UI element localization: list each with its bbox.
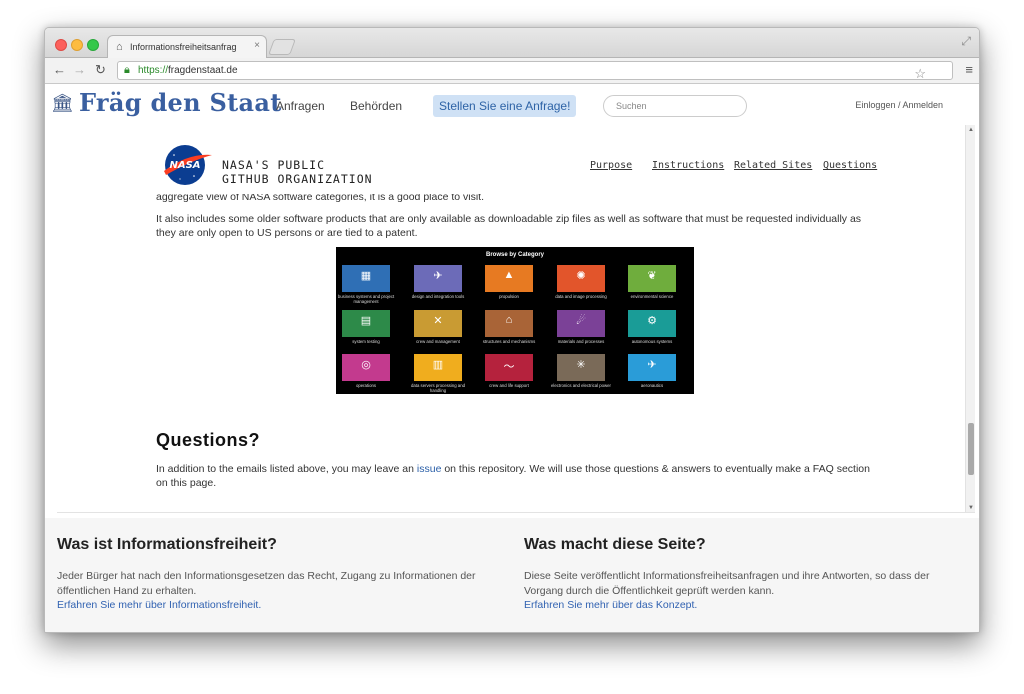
category-icon: ✕ xyxy=(433,315,443,327)
url-text: https://fragdenstaat.de xyxy=(138,65,238,76)
footer-right-link[interactable]: Erfahren Sie mehr über das Konzept. xyxy=(524,599,697,611)
scroll-up-icon[interactable]: ▲ xyxy=(968,127,974,133)
site-header: 🏛︎ Fräg den Staat Anfragen Behörden Stel… xyxy=(45,85,979,125)
category-icon: ▲ xyxy=(503,269,515,281)
category-icon: ✈ xyxy=(433,270,443,282)
category-icon: ✈ xyxy=(647,359,657,371)
category-label: structures and mechanisms xyxy=(482,339,536,344)
paragraph-older-software: It also includes some older software pro… xyxy=(156,213,862,239)
nav-anfragen[interactable]: Anfragen xyxy=(276,99,325,113)
category-grid-title: Browse by Category xyxy=(485,252,545,258)
questions-paragraph: In addition to the emails listed above, … xyxy=(156,463,870,489)
nasa-brand-title: NASA'S PUBLIC GITHUB ORGANIZATION xyxy=(222,158,373,186)
close-window-button[interactable] xyxy=(55,39,67,51)
zoom-window-button[interactable] xyxy=(87,39,99,51)
category-tile[interactable]: ▲ propulsion xyxy=(485,265,533,299)
address-bar[interactable]: 🔒︎ https://fragdenstaat.de ☆ xyxy=(117,61,953,82)
forward-arrow-icon[interactable]: → xyxy=(73,62,86,77)
category-label: data and image processing xyxy=(555,294,607,299)
category-label: data servers processing and handling xyxy=(411,383,465,393)
site-logo[interactable]: Fräg den Staat xyxy=(79,88,282,117)
building-icon: 🏛︎ xyxy=(51,93,74,113)
search-input[interactable]: Suchen xyxy=(603,95,747,117)
new-request-button[interactable]: Stellen Sie eine Anfrage! xyxy=(433,95,577,117)
category-label: propulsion xyxy=(499,294,519,299)
category-label: electronics and electrical power xyxy=(551,383,611,388)
category-icon: ✳ xyxy=(576,359,586,371)
reload-icon[interactable]: ↻ xyxy=(95,62,106,78)
partial-paragraph: aggregate view of NASA software categori… xyxy=(156,194,485,203)
browser-menu-icon[interactable]: ≡ xyxy=(965,62,973,77)
nasa-logo-icon: NASA xyxy=(164,145,212,185)
nav-purpose[interactable]: Purpose xyxy=(590,160,632,171)
bookmark-star-icon[interactable]: ☆ xyxy=(914,66,926,82)
category-label: crew and life support xyxy=(489,383,529,388)
category-tile[interactable]: ◎ operations xyxy=(342,354,390,388)
nav-questions[interactable]: Questions xyxy=(823,160,877,171)
questions-heading: Questions? xyxy=(156,430,261,450)
category-tile[interactable]: ✈ aeronautics xyxy=(628,354,676,388)
footer-left-heading: Was ist Informationsfreiheit? xyxy=(57,536,277,553)
minimize-window-button[interactable] xyxy=(71,39,83,51)
site-footer: Was ist Informationsfreiheit? Jeder Bürg… xyxy=(45,518,979,632)
issue-link[interactable]: issue xyxy=(417,463,442,475)
new-tab-button[interactable] xyxy=(268,39,296,55)
category-tile[interactable]: 〜 crew and life support xyxy=(485,354,533,388)
browser-tab[interactable]: ⌂ Informationsfreiheitsanfrag × xyxy=(107,35,267,59)
browser-toolbar: ← → ↻ 🔒︎ https://fragdenstaat.de ☆ ≡ xyxy=(45,58,979,84)
tab-title: Informationsfreiheitsanfrag xyxy=(130,42,237,52)
category-tile[interactable]: ❦ environmental science xyxy=(628,265,676,299)
footer-left-text: Jeder Bürger hat nach den Informationsge… xyxy=(57,570,476,597)
category-label: aeronautics xyxy=(640,383,664,388)
category-grid-image: Browse by Category ▦ business systems and… xyxy=(336,247,694,394)
category-icon: 〜 xyxy=(503,361,515,373)
scroll-thumb[interactable] xyxy=(968,423,974,475)
footer-right-heading: Was macht diese Seite? xyxy=(524,536,706,553)
category-icon: ▦ xyxy=(360,270,372,282)
category-label: environmental science xyxy=(630,294,674,299)
category-tile[interactable]: ▥ data servers processing and handling xyxy=(411,354,465,393)
category-label: design and integration tools xyxy=(411,294,465,299)
category-icon: ▥ xyxy=(432,359,444,371)
category-icon: ▤ xyxy=(360,315,372,327)
category-icon: ☄ xyxy=(576,315,586,327)
nav-behoerden[interactable]: Behörden xyxy=(350,99,402,113)
footer-right-text: Diese Seite veröffentlicht Informationsf… xyxy=(524,570,930,597)
category-label: materials and processes xyxy=(557,339,605,344)
category-icon: ❦ xyxy=(647,270,657,282)
category-icon: ⌂ xyxy=(505,314,513,326)
tab-close-icon[interactable]: × xyxy=(254,40,260,51)
tab-bar: ⌂ Informationsfreiheitsanfrag × ⤢ xyxy=(45,28,979,59)
fullscreen-icon[interactable]: ⤢ xyxy=(961,34,971,49)
favicon-icon: ⌂ xyxy=(116,41,123,53)
category-tile[interactable]: ▤ system testing xyxy=(342,310,390,344)
nav-instructions[interactable]: Instructions xyxy=(652,160,724,171)
category-label: autonomous systems xyxy=(631,339,673,344)
category-label: business systems and project management xyxy=(337,294,395,304)
category-icon: ✺ xyxy=(576,270,586,282)
category-label: crew and management xyxy=(416,339,460,344)
embedded-nasa-page: NASA NASA'S PUBLIC GITHUB ORGANIZATION P… xyxy=(57,125,975,513)
category-tile[interactable]: ⌂ structures and mechanisms xyxy=(483,310,535,344)
category-tile[interactable]: ⚙ autonomous systems xyxy=(628,310,676,344)
footer-left-link[interactable]: Erfahren Sie mehr über Informationsfreih… xyxy=(57,599,261,611)
category-tile[interactable]: ✳ electronics and electrical power xyxy=(551,354,611,388)
category-icon: ⚙ xyxy=(647,315,657,327)
category-icon: ◎ xyxy=(361,359,371,371)
category-label: operations xyxy=(355,383,377,388)
frame-scrollbar[interactable]: ▲ ▼ xyxy=(965,125,975,512)
lock-icon: 🔒︎ xyxy=(124,64,130,76)
category-tile[interactable]: ✕ crew and management xyxy=(414,310,462,344)
login-link[interactable]: Einloggen / Anmelden xyxy=(855,100,943,110)
browser-window: ⌂ Informationsfreiheitsanfrag × ⤢ ← → ↻ … xyxy=(44,27,980,633)
category-tile[interactable]: ☄ materials and processes xyxy=(557,310,605,344)
nav-related-sites[interactable]: Related Sites xyxy=(734,160,812,171)
category-tile[interactable]: ✈ design and integration tools xyxy=(412,265,464,299)
category-label: system testing xyxy=(352,339,380,344)
svg-text:NASA: NASA xyxy=(169,160,200,171)
category-tile[interactable]: ▦ business systems and project management xyxy=(338,265,394,304)
back-arrow-icon[interactable]: ← xyxy=(53,62,66,77)
scroll-down-icon[interactable]: ▼ xyxy=(968,505,974,511)
category-tile[interactable]: ✺ data and image processing xyxy=(555,265,607,299)
